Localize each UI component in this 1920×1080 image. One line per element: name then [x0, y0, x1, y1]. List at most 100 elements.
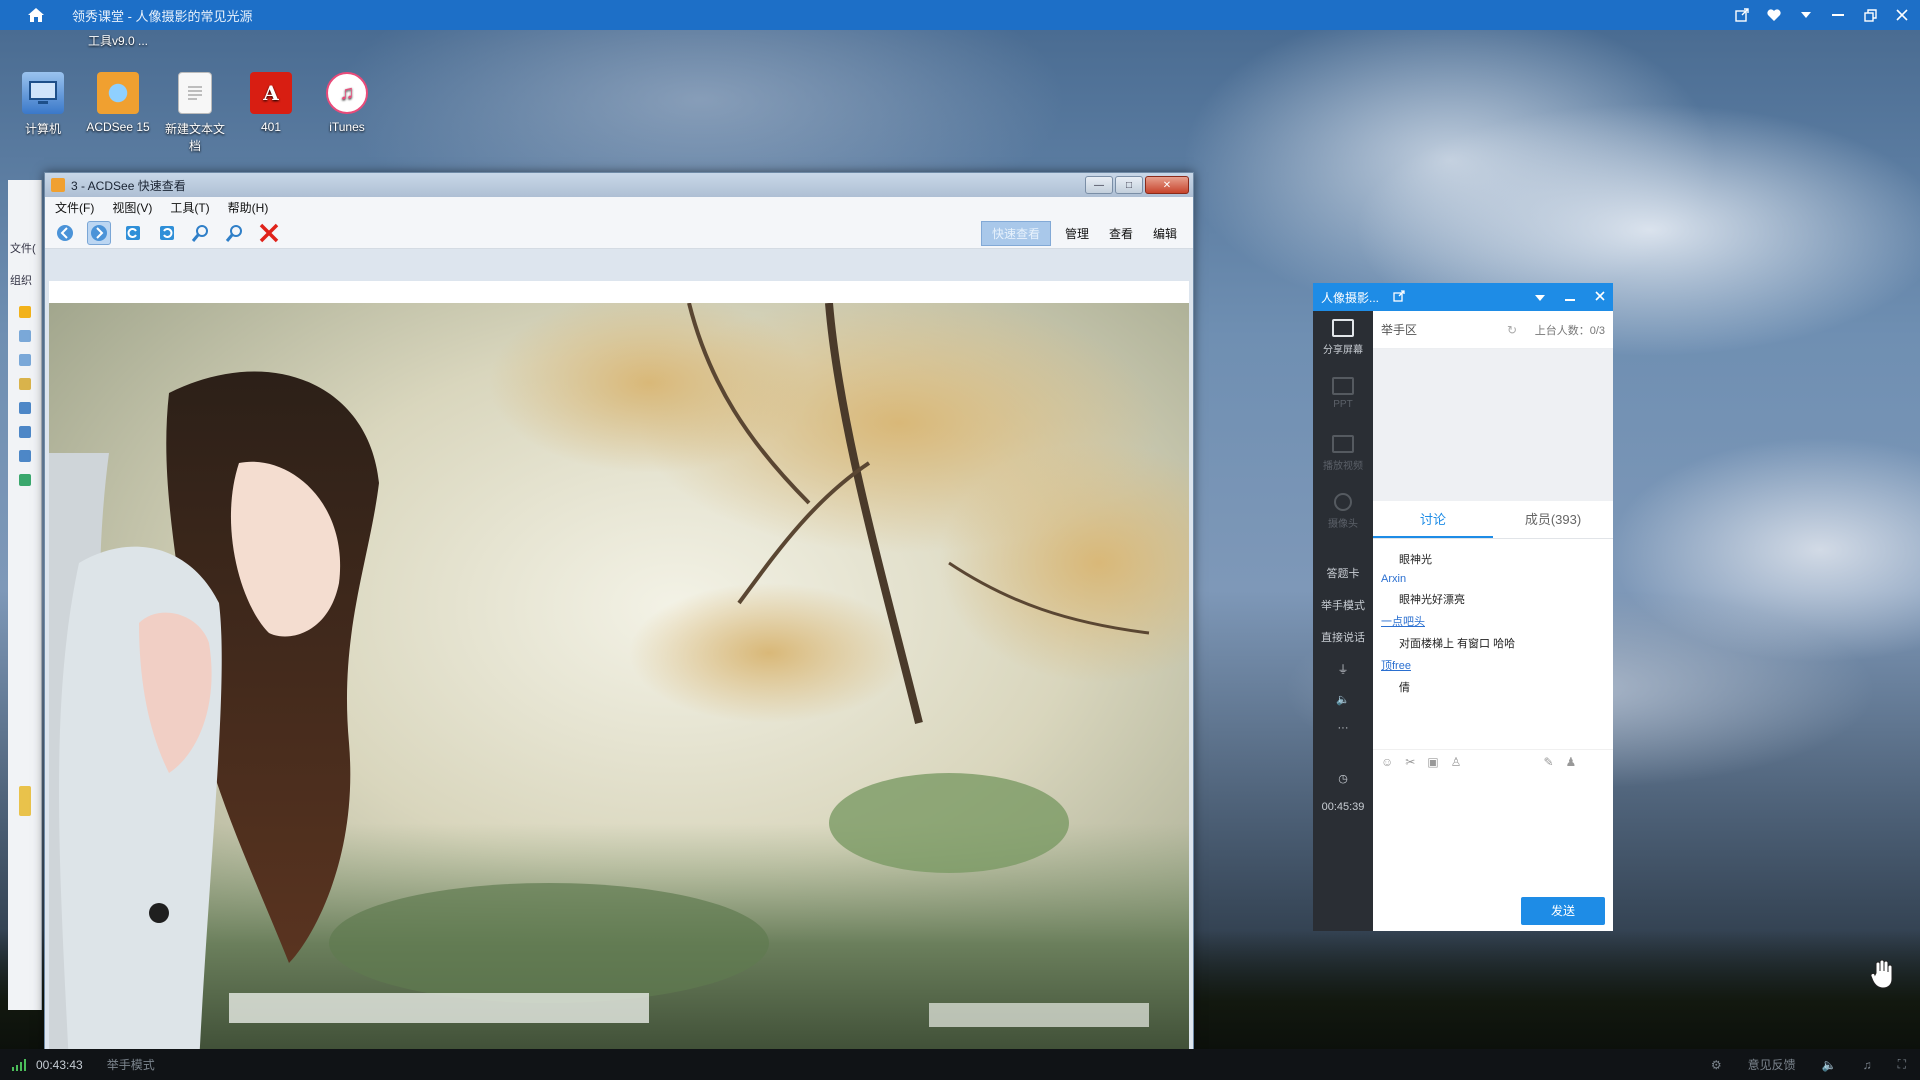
acdsee-close-button[interactable]: ✕: [1145, 176, 1189, 194]
photo-viewer[interactable]: [49, 303, 1189, 1049]
minimize-icon[interactable]: [1830, 7, 1846, 23]
delete-icon[interactable]: [257, 221, 281, 245]
chat-message: 对面楼梯上 有窗口 哈哈: [1399, 638, 1516, 650]
emoji-icon[interactable]: ☺: [1381, 755, 1393, 769]
image-icon[interactable]: ▣: [1427, 755, 1438, 769]
zoom-in-icon[interactable]: [189, 221, 213, 245]
music-icon[interactable]: ♫: [1863, 1058, 1872, 1072]
current-mode: 举手模式: [106, 1058, 155, 1072]
mode-view[interactable]: 查看: [1103, 222, 1139, 245]
drive-icon[interactable]: [18, 426, 31, 438]
mode-quick-view[interactable]: 快速查看: [980, 221, 1051, 246]
chat-toolbar: ☺ ✂ ▣ ♙ ✎ ♟: [1373, 749, 1613, 773]
camera-icon: [1334, 493, 1352, 511]
mode-edit[interactable]: 编辑: [1147, 222, 1183, 245]
ppt-button[interactable]: PPT: [1313, 369, 1373, 427]
favorite-icon[interactable]: [1766, 7, 1782, 23]
favorites-star-icon[interactable]: [18, 306, 31, 318]
home-icon[interactable]: [0, 0, 72, 30]
desktop-icon-text-document[interactable]: 新建文本文档: [160, 72, 230, 154]
acdsee-menubar: 文件(F) 视图(V) 工具(T) 帮助(H): [45, 197, 1193, 217]
chat-message: 眼神光好漂亮: [1399, 594, 1465, 606]
desktop-icon-label: ACDSee 15: [86, 120, 150, 134]
rotate-left-button[interactable]: [121, 221, 145, 245]
acdsee-minimize-button[interactable]: —: [1085, 176, 1113, 194]
menu-tools[interactable]: 工具(T): [170, 199, 209, 216]
tab-members[interactable]: 成员(393): [1493, 501, 1613, 538]
close-icon[interactable]: [1894, 7, 1910, 23]
chat-username[interactable]: 一点吧头: [1381, 613, 1605, 629]
desktop-icon-acdsee[interactable]: ACDSee 15: [83, 72, 153, 134]
chat-username[interactable]: 顶free: [1381, 657, 1605, 673]
close-icon[interactable]: [1595, 290, 1605, 304]
library-icon[interactable]: [18, 378, 31, 390]
explorer-menu-organize[interactable]: 组织: [8, 268, 41, 292]
portrait-photo: [49, 303, 1189, 1049]
acdsee-maximize-button[interactable]: □: [1115, 176, 1143, 194]
desktop-icon-pdf[interactable]: A 401: [236, 72, 306, 134]
volume-icon[interactable]: 🔈: [1822, 1058, 1837, 1072]
feedback-link[interactable]: 意见反馈: [1748, 1056, 1796, 1073]
folder-icon[interactable]: [18, 786, 31, 816]
direct-talk-button[interactable]: 直接说话: [1313, 621, 1373, 653]
scissors-icon[interactable]: ✂: [1405, 755, 1415, 769]
next-image-button[interactable]: [87, 220, 111, 245]
popout-icon[interactable]: [1393, 289, 1405, 305]
acdsee-title: 3 - ACDSee 快速查看: [71, 178, 186, 193]
more-icon[interactable]: ···: [1313, 714, 1373, 742]
chat-tabs: 讨论 成员(393): [1373, 501, 1613, 539]
tab-discussion[interactable]: 讨论: [1373, 501, 1493, 538]
acdsee-titlebar[interactable]: 3 - ACDSee 快速查看: [45, 173, 1193, 197]
share-icon[interactable]: [1734, 7, 1750, 23]
answer-card-button[interactable]: 答题卡: [1313, 557, 1373, 589]
desktop-wallpaper: 工具v9.0 ... 计算机 ACDSee 15 新建文本文档 A 401 ♫ …: [0, 30, 1920, 1049]
drive-icon[interactable]: [18, 450, 31, 462]
previous-image-button[interactable]: [53, 221, 77, 245]
desktop-icon-itunes[interactable]: ♫ iTunes: [312, 72, 382, 134]
acdsee-window: 3 - ACDSee 快速查看 — □ ✕ 文件(F) 视图(V) 工具(T) …: [44, 172, 1194, 1049]
player-statusbar: 00:43:43 举手模式 ⚙ 意见反馈 🔈 ♫ ⛶: [0, 1049, 1920, 1080]
menu-file[interactable]: 文件(F): [55, 199, 94, 216]
online-count: 上台人数：0/3: [1534, 324, 1605, 337]
dropdown-icon[interactable]: [1798, 7, 1814, 23]
document-icon: [178, 72, 212, 114]
share-screen-button[interactable]: 分享屏幕: [1313, 311, 1373, 369]
desktop-icon-label: 新建文本文档: [164, 122, 225, 153]
user-icon[interactable]: ♙: [1451, 755, 1462, 769]
mode-manage[interactable]: 管理: [1059, 222, 1095, 245]
microphone-icon[interactable]: ⏚: [1313, 653, 1373, 685]
restore-icon[interactable]: [1862, 7, 1878, 23]
raise-hand-mode-button[interactable]: 举手模式: [1313, 589, 1373, 621]
desktop-icon-label: iTunes: [329, 120, 365, 134]
menu-help[interactable]: 帮助(H): [228, 199, 269, 216]
desktop-label: 工具v9.0 ...: [88, 34, 149, 48]
acdsee-icon: [97, 72, 139, 114]
hand-zone: 举手区 ↻ 上台人数：0/3: [1373, 311, 1613, 349]
zoom-out-icon[interactable]: [223, 221, 247, 245]
chat-username[interactable]: Arxin: [1381, 573, 1605, 585]
refresh-icon[interactable]: ↻: [1507, 323, 1517, 337]
folder-icon[interactable]: [18, 354, 31, 366]
classroom-sidebar: 分享屏幕 PPT 播放视频 摄像头 答题卡 举手模式 直接说话 ⏚ 🔈 ··· …: [1313, 311, 1373, 931]
menu-view[interactable]: 视图(V): [112, 199, 152, 216]
player-titlebar: 领秀课堂 - 人像摄影的常见光源: [0, 0, 1920, 30]
rotate-right-button[interactable]: [155, 221, 179, 245]
folder-icon[interactable]: [18, 330, 31, 342]
explorer-menu-file[interactable]: 文件(: [8, 236, 41, 260]
computer-icon[interactable]: [18, 402, 31, 414]
members-icon[interactable]: ♟: [1566, 755, 1577, 769]
feedback-icon[interactable]: ⚙: [1711, 1058, 1722, 1072]
classroom-header[interactable]: 人像摄影...: [1313, 283, 1613, 311]
minimize-icon[interactable]: [1565, 290, 1575, 304]
send-button[interactable]: 发送: [1521, 897, 1605, 925]
speaker-icon[interactable]: 🔈: [1313, 685, 1373, 714]
play-video-button[interactable]: 播放视频: [1313, 427, 1373, 485]
network-icon[interactable]: [18, 474, 31, 486]
fullscreen-icon[interactable]: ⛶: [1898, 1057, 1906, 1072]
acdsee-app-icon: [51, 178, 65, 192]
camera-button[interactable]: 摄像头: [1313, 485, 1373, 543]
signal-icon: [12, 1058, 26, 1071]
edit-icon[interactable]: ✎: [1543, 755, 1553, 769]
dropdown-icon[interactable]: [1535, 290, 1545, 304]
desktop-icon-computer[interactable]: 计算机: [8, 72, 78, 137]
